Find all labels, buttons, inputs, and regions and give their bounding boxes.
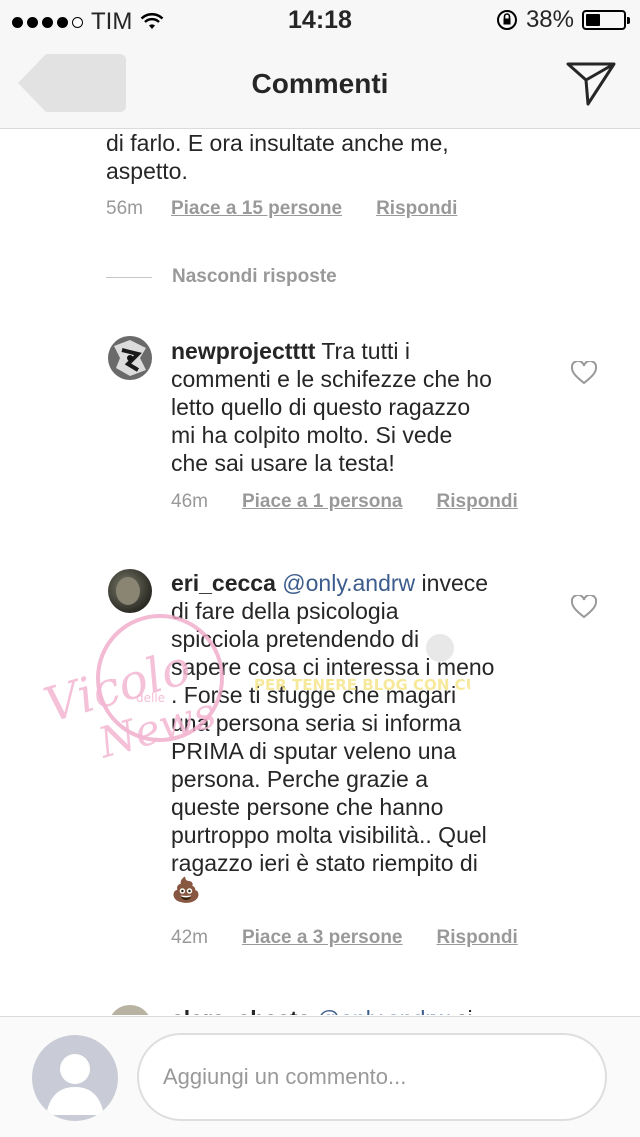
comment-mention[interactable]: @only.andrw: [282, 570, 415, 596]
paper-plane-icon[interactable]: [566, 60, 616, 106]
likes-link[interactable]: Piace a 1 persona: [242, 491, 403, 513]
page-title: Commenti: [251, 68, 389, 99]
avatar[interactable]: [108, 1005, 152, 1015]
avatar[interactable]: [108, 336, 152, 380]
user-avatar-placeholder: [32, 1035, 118, 1121]
comment-text-line: aspetto.: [106, 158, 188, 184]
status-bar: TIM 14:18 38%: [0, 0, 640, 40]
comment-text: newprojectttt Tra tutti i commenti e le …: [171, 337, 551, 477]
comment-text: eri_cecca @only.andrw invece di fare del…: [171, 569, 551, 905]
comment-time: 46m: [171, 491, 208, 512]
comment-text-line: di fare della psicologia: [171, 598, 399, 624]
comment-mention[interactable]: @only.andrw: [317, 1006, 450, 1015]
comment-text-line: che sai usare la testa!: [171, 450, 395, 476]
reply-link[interactable]: Rispondi: [437, 927, 518, 949]
comment-composer: [0, 1016, 640, 1137]
comment-text: di farlo. E ora insultate anche me, aspe…: [106, 129, 449, 185]
comment-meta: 56m Piace a 15 persone Rispondi: [106, 198, 457, 220]
comment-meta: 46m Piace a 1 persona Rispondi: [171, 491, 518, 513]
comment-time: 42m: [171, 927, 208, 948]
avatar[interactable]: [108, 569, 152, 613]
comment-username[interactable]: newprojectttt: [171, 338, 315, 364]
comment-text-line: PRIMA di sputar veleno una: [171, 738, 457, 764]
comment-text-line: sapere cosa ci interessa i meno: [171, 654, 495, 680]
comment-text: clara_sbasta @only.andrw si: [171, 1005, 551, 1015]
comment-time: 56m: [106, 198, 143, 219]
comment-username[interactable]: clara_sbasta: [171, 1006, 310, 1015]
watermark-subtitle: delle: [136, 691, 165, 705]
heart-outline-icon[interactable]: [571, 361, 597, 385]
comment-text-line: mi ha colpito molto. Si vede: [171, 422, 453, 448]
reply-link[interactable]: Rispondi: [376, 198, 457, 220]
comment-text-line: persona. Perche grazie a: [171, 766, 428, 792]
battery-icon: [582, 10, 630, 30]
comment-text-line: Tra tutti i: [315, 338, 410, 364]
comment-text-line: una persona seria si informa: [171, 710, 462, 736]
comment-text-line: purtroppo molta visibilità.. Quel: [171, 822, 487, 848]
poop-emoji: 💩: [171, 877, 201, 904]
comment-text-line: di farlo. E ora insultate anche me,: [106, 130, 449, 156]
comment-username[interactable]: eri_cecca: [171, 570, 276, 596]
likes-link[interactable]: Piace a 3 persone: [242, 927, 403, 949]
comment-text-line: spicciola pretendendo di: [171, 626, 420, 652]
battery-percent: 38%: [525, 6, 574, 33]
comment-text-line: letto quello di questo ragazzo: [171, 394, 471, 420]
comment-text-line: queste persone che hanno: [171, 794, 444, 820]
comment-text-line: invece: [415, 570, 489, 596]
comment-text-line: commenti e le schifezze che ho: [171, 366, 492, 392]
likes-link[interactable]: Piace a 15 persone: [171, 198, 342, 220]
reply-link[interactable]: Rispondi: [437, 491, 518, 513]
comment-input[interactable]: [137, 1033, 607, 1121]
hide-replies-row[interactable]: Nascondi risposte: [106, 266, 337, 288]
status-right: 38%: [496, 6, 630, 34]
heart-outline-icon[interactable]: [571, 595, 597, 619]
hide-replies-divider: [106, 276, 152, 278]
comment-meta: 42m Piace a 3 persone Rispondi: [171, 927, 518, 949]
comment-text-line: ragazzo ieri è stato riempito di: [171, 850, 478, 876]
navigation-bar: Commenti: [0, 40, 640, 129]
comment-text-line: . Forse ti sfugge che magari: [171, 682, 457, 708]
rotation-lock-icon: [496, 10, 517, 30]
comment-text-line: si: [450, 1006, 473, 1015]
hide-replies-label[interactable]: Nascondi risposte: [172, 266, 337, 288]
comments-list[interactable]: di farlo. E ora insultate anche me, aspe…: [0, 129, 640, 1015]
